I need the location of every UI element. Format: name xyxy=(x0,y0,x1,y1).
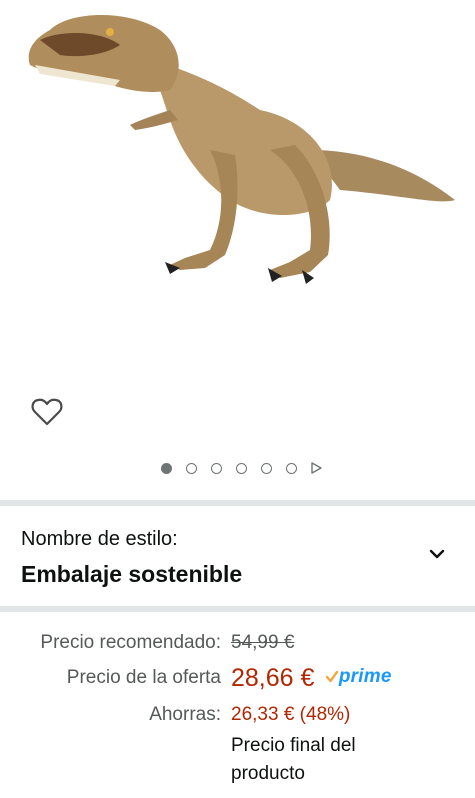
check-icon xyxy=(325,670,339,683)
section-divider xyxy=(0,500,475,506)
heart-outline-icon[interactable] xyxy=(30,395,64,429)
list-price: 54,99 € xyxy=(231,632,295,653)
section-divider xyxy=(0,606,475,612)
carousel-dot[interactable] xyxy=(210,462,222,474)
prime-badge: prime xyxy=(325,666,392,688)
list-price-row: Precio recomendado: 54,99 € xyxy=(0,632,475,666)
carousel-dot[interactable] xyxy=(235,462,247,474)
savings-amount: 26,33 € (48%) xyxy=(231,704,351,725)
carousel-dot[interactable] xyxy=(260,462,272,474)
deal-price-label: Precio de la oferta xyxy=(66,667,221,688)
style-label: Nombre de estilo: xyxy=(21,528,178,550)
carousel-dot[interactable] xyxy=(185,462,197,474)
product-image[interactable] xyxy=(10,0,460,310)
deal-price-group: 28,66 € prime xyxy=(231,664,392,693)
list-price-label: Precio recomendado: xyxy=(40,632,221,653)
deal-price-row: Precio de la oferta 28,66 € prime xyxy=(0,664,475,698)
carousel-dot[interactable] xyxy=(285,462,297,474)
image-carousel-indicator xyxy=(0,460,475,476)
play-icon[interactable] xyxy=(310,462,322,474)
product-image-gallery xyxy=(0,0,475,500)
deal-price: 28,66 € xyxy=(231,664,315,692)
style-selector[interactable]: Nombre de estilo: Embalaje sostenible xyxy=(0,512,475,608)
style-value: Embalaje sostenible xyxy=(21,561,243,587)
final-price-note: Precio final del producto xyxy=(231,735,356,784)
carousel-dot[interactable] xyxy=(160,462,172,474)
chevron-down-icon[interactable] xyxy=(427,544,447,564)
savings-label: Ahorras: xyxy=(149,704,221,725)
prime-label: prime xyxy=(338,666,392,687)
